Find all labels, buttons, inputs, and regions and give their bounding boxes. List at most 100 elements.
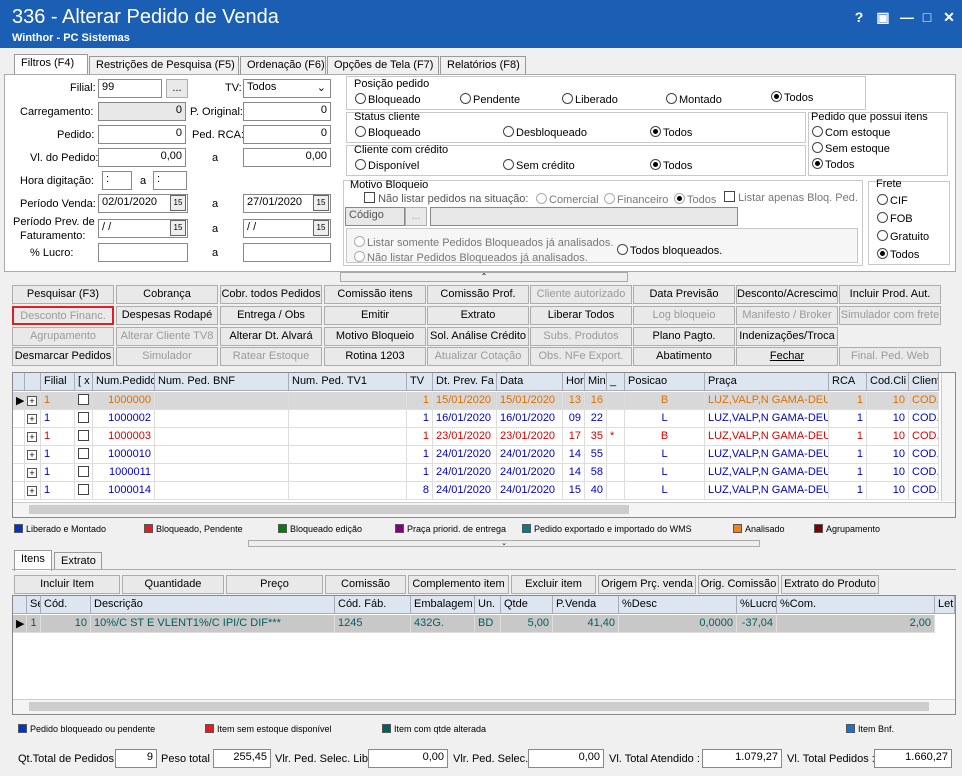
column-header[interactable]: Num. Ped. BNF	[155, 373, 289, 391]
item-orig-comissao-button[interactable]: Orig. Comissão	[698, 575, 779, 594]
btn-desconto-financ-button[interactable]: Desconto Financ.	[12, 306, 114, 325]
minimize-button[interactable]: —	[898, 8, 916, 26]
btn-entrega-obs-button[interactable]: Entrega / Obs	[220, 306, 322, 325]
calendar-icon[interactable]: 15	[170, 195, 186, 211]
column-header[interactable]: Min	[585, 373, 607, 391]
horizontal-scroll-thumb[interactable]	[29, 702, 929, 711]
btn-emitir-button[interactable]: Emitir	[324, 306, 426, 325]
btn-liberar-todos-button[interactable]: Liberar Todos	[530, 306, 632, 325]
item-incluir-item-button[interactable]: Incluir Item	[14, 575, 120, 594]
prev-from-input[interactable]: / / 15	[98, 219, 188, 238]
btn-incluir-prod-aut-button[interactable]: Incluir Prod. Aut.	[839, 285, 941, 304]
periodo-from-input[interactable]: 02/01/2020 15	[98, 194, 188, 213]
row-checkbox[interactable]	[75, 446, 93, 464]
item-extrato-do-produto-button[interactable]: Extrato do Produto	[781, 575, 879, 594]
restore-icon[interactable]: ▣	[874, 8, 892, 26]
motivo-comercial[interactable]: Comercial	[536, 193, 599, 206]
column-header[interactable]: Hor	[563, 373, 585, 391]
credito-sem[interactable]: Sem crédito	[503, 159, 575, 172]
btn-cobr-todos-pedidos-button[interactable]: Cobr. todos Pedidos	[220, 285, 322, 304]
btn-simulador-button[interactable]: Simulador	[116, 347, 218, 366]
column-header[interactable]: Qtde	[501, 596, 553, 614]
calendar-icon[interactable]: 15	[313, 220, 329, 236]
column-header[interactable]: RCA	[829, 373, 867, 391]
calendar-icon[interactable]: 15	[313, 195, 329, 211]
btn-motivo-bloqueio-button[interactable]: Motivo Bloqueio	[324, 327, 426, 346]
status-desbloqueado[interactable]: Desbloqueado	[503, 126, 587, 139]
column-header[interactable]: Praça	[705, 373, 829, 391]
btn-simulador-com-frete-button[interactable]: Simulador com frete	[839, 306, 941, 325]
btn-sol-analise-credito-button[interactable]: Sol. Análise Crédito	[427, 327, 529, 346]
column-header[interactable]: %Com.	[777, 596, 935, 614]
expand-row-icon[interactable]: +	[25, 410, 41, 428]
periodo-to-input[interactable]: 27/01/2020 15	[243, 194, 331, 213]
row-checkbox[interactable]	[75, 392, 93, 410]
maximize-button[interactable]: □	[918, 8, 936, 26]
column-header[interactable]: Embalagem	[411, 596, 475, 614]
status-todos[interactable]: Todos	[650, 126, 692, 139]
posicao-liberado[interactable]: Liberado	[562, 93, 618, 106]
tab-opcoes-tela[interactable]: Opções de Tela (F7)	[327, 56, 439, 74]
btn-agrupamento-button[interactable]: Agrupamento	[12, 327, 114, 346]
nao-listar-analisados-radio[interactable]: Não listar Pedidos Bloqueados já analisa…	[354, 251, 588, 264]
filial-input[interactable]: 99	[98, 79, 162, 98]
btn-ratear-estoque-button[interactable]: Ratear Estoque	[220, 347, 322, 366]
posicao-pendente[interactable]: Pendente	[460, 93, 520, 106]
column-header[interactable]: Posicao	[625, 373, 705, 391]
btn-abatimento-button[interactable]: Abatimento	[633, 347, 735, 366]
column-header[interactable]: %Desc	[619, 596, 737, 614]
row-checkbox[interactable]	[75, 410, 93, 428]
motivo-financeiro[interactable]: Financeiro	[604, 193, 668, 206]
column-header[interactable]: Filial	[41, 373, 75, 391]
posicao-bloqueado[interactable]: Bloqueado	[355, 93, 421, 106]
column-header[interactable]: %Lucro	[737, 596, 777, 614]
carregamento-input[interactable]: 0	[98, 102, 186, 121]
btn-cliente-autorizado-button[interactable]: Cliente autorizado	[530, 285, 632, 304]
column-header[interactable]: Let	[935, 596, 955, 614]
column-header[interactable]: Client	[909, 373, 939, 391]
possui-sem-estoque[interactable]: Sem estoque	[812, 142, 890, 155]
prev-to-input[interactable]: / / 15	[243, 219, 331, 238]
tab-restricoes[interactable]: Restrições de Pesquisa (F5)	[89, 56, 239, 74]
tv-select[interactable]: Todos ⌄	[243, 79, 331, 98]
hora-to-input[interactable]: :	[153, 171, 187, 190]
btn-comissao-prof-button[interactable]: Comissão Prof.	[427, 285, 529, 304]
btn-alterar-cliente-tv8-button[interactable]: Alterar Cliente TV8	[116, 327, 218, 346]
btn-desconto-acrescimo-button[interactable]: Desconto/Acrescimo	[736, 285, 838, 304]
btn-plano-pagto-button[interactable]: Plano Pagto.	[633, 327, 735, 346]
column-header[interactable]: Dt. Prev. Fa	[433, 373, 497, 391]
tab-filtros[interactable]: Filtros (F4)	[14, 54, 88, 75]
lucro-from-input[interactable]	[98, 243, 188, 262]
column-header[interactable]: Cód. Fáb.	[335, 596, 411, 614]
item-origem-prc-venda-button[interactable]: Origem Prç. venda	[598, 575, 696, 594]
tab-ordenacao[interactable]: Ordenação (F6)	[240, 56, 326, 74]
column-header[interactable]: Cod.Cli	[867, 373, 909, 391]
btn-extrato-button[interactable]: Extrato	[427, 306, 529, 325]
btn-fechar-button[interactable]: Fechar	[736, 347, 838, 366]
lucro-to-input[interactable]	[243, 243, 331, 262]
vlpedido-to-input[interactable]: 0,00	[243, 148, 331, 167]
column-header[interactable]: P.Venda	[553, 596, 619, 614]
frete-cif[interactable]: CIF	[877, 194, 908, 207]
expand-row-icon[interactable]: +	[25, 464, 41, 482]
frete-gratuito[interactable]: Gratuito	[877, 230, 929, 243]
row-checkbox[interactable]	[75, 464, 93, 482]
calendar-icon[interactable]: 15	[170, 220, 186, 236]
frete-todos[interactable]: Todos	[877, 248, 919, 261]
row-checkbox[interactable]	[75, 482, 93, 500]
item-quantidade-button[interactable]: Quantidade	[122, 575, 224, 594]
btn-obs-nfe-export-button[interactable]: Obs. NFe Export.	[530, 347, 632, 366]
btn-final-ped-web-button[interactable]: Final. Ped. Web	[839, 347, 941, 366]
orders-grid[interactable]: Filial[ x ]Num.PedidoNum. Ped. BNFNum. P…	[12, 372, 956, 518]
splitter-handle[interactable]: ⌃	[340, 272, 628, 282]
column-header[interactable]: Descrição	[91, 596, 335, 614]
btn-rotina-1203-button[interactable]: Rotina 1203	[324, 347, 426, 366]
pedido-input[interactable]: 0	[98, 125, 186, 144]
column-header[interactable]: [ x ]	[75, 373, 93, 391]
expand-row-icon[interactable]: +	[25, 482, 41, 500]
item-preco-button[interactable]: Preço	[226, 575, 323, 594]
btn-despesas-rodape-button[interactable]: Despesas Rodapé	[116, 306, 218, 325]
status-bloqueado[interactable]: Bloqueado	[355, 126, 421, 139]
filial-search-button[interactable]: ...	[166, 79, 188, 98]
btn-comissao-itens-button[interactable]: Comissão itens	[324, 285, 426, 304]
